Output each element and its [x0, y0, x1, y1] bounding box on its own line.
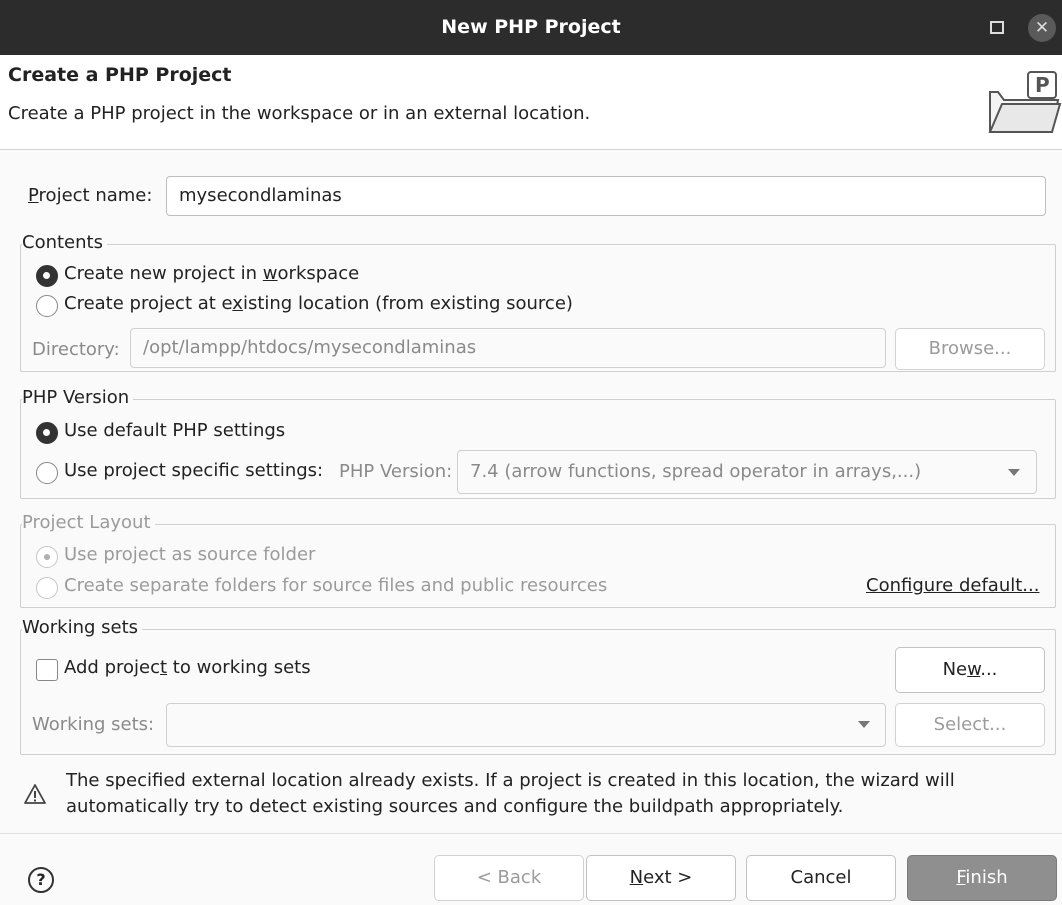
- create-at-existing-radio[interactable]: [36, 295, 58, 317]
- directory-input[interactable]: /opt/lampp/htdocs/mysecondlaminas: [130, 328, 886, 368]
- next-button[interactable]: Next >: [586, 855, 736, 901]
- php-version-group-title: PHP Version: [22, 387, 134, 408]
- php-folder-icon: P: [988, 71, 1062, 133]
- chevron-down-icon[interactable]: [858, 721, 870, 728]
- use-default-php-radio[interactable]: [36, 422, 58, 444]
- back-button[interactable]: < Back: [434, 855, 584, 901]
- project-name-label: Project name:: [28, 185, 153, 206]
- php-version-label: PHP Version:: [339, 461, 453, 482]
- add-to-working-sets-checkbox[interactable]: [36, 659, 58, 681]
- working-sets-group-title: Working sets: [22, 617, 143, 638]
- footer-divider: [0, 833, 1062, 834]
- svg-text:P: P: [1035, 73, 1050, 97]
- chevron-down-icon[interactable]: [1008, 469, 1020, 476]
- window-title: New PHP Project: [441, 16, 621, 38]
- finish-button[interactable]: Finish: [907, 855, 1057, 901]
- project-name-input[interactable]: mysecondlaminas: [166, 176, 1046, 216]
- use-default-php-label[interactable]: Use default PHP settings: [64, 420, 285, 441]
- project-layout-group-title: Project Layout: [22, 512, 155, 533]
- warning-message-line2: automatically try to detect existing sou…: [66, 796, 844, 817]
- page-description: Create a PHP project in the workspace or…: [8, 103, 591, 124]
- php-version-value: 7.4 (arrow functions, spread operator in…: [470, 461, 922, 482]
- page-title: Create a PHP Project: [8, 64, 232, 86]
- create-in-workspace-radio[interactable]: [36, 265, 58, 287]
- add-to-working-sets-label[interactable]: Add project to working sets: [64, 657, 311, 678]
- use-project-specific-radio[interactable]: [36, 462, 58, 484]
- browse-button[interactable]: Browse...: [895, 328, 1045, 370]
- separate-folders-label[interactable]: Create separate folders for source files…: [64, 575, 607, 596]
- use-project-specific-label[interactable]: Use project specific settings:: [64, 460, 323, 481]
- close-icon[interactable]: ✕: [1028, 14, 1056, 42]
- php-version-select[interactable]: 7.4 (arrow functions, spread operator in…: [457, 450, 1037, 494]
- working-sets-label: Working sets:: [32, 714, 155, 735]
- create-at-existing-label[interactable]: Create project at existing location (fro…: [64, 293, 573, 314]
- new-working-set-button[interactable]: New...: [895, 647, 1045, 693]
- use-project-source-radio[interactable]: [36, 546, 58, 568]
- cancel-button[interactable]: Cancel: [746, 855, 896, 901]
- working-sets-select[interactable]: [166, 703, 886, 747]
- create-in-workspace-label[interactable]: Create new project in workspace: [64, 263, 359, 284]
- select-working-sets-button[interactable]: Select...: [895, 703, 1045, 747]
- contents-group-title: Contents: [22, 232, 107, 253]
- warning-icon: [24, 784, 46, 804]
- use-project-source-label[interactable]: Use project as source folder: [64, 544, 315, 565]
- maximize-icon[interactable]: [990, 21, 1004, 34]
- separate-folders-radio[interactable]: [36, 577, 58, 599]
- directory-label: Directory:: [32, 339, 120, 360]
- help-icon[interactable]: ?: [28, 867, 54, 893]
- warning-message-line1: The specified external location already …: [66, 770, 955, 791]
- configure-default-link[interactable]: Configure default...: [866, 575, 1039, 596]
